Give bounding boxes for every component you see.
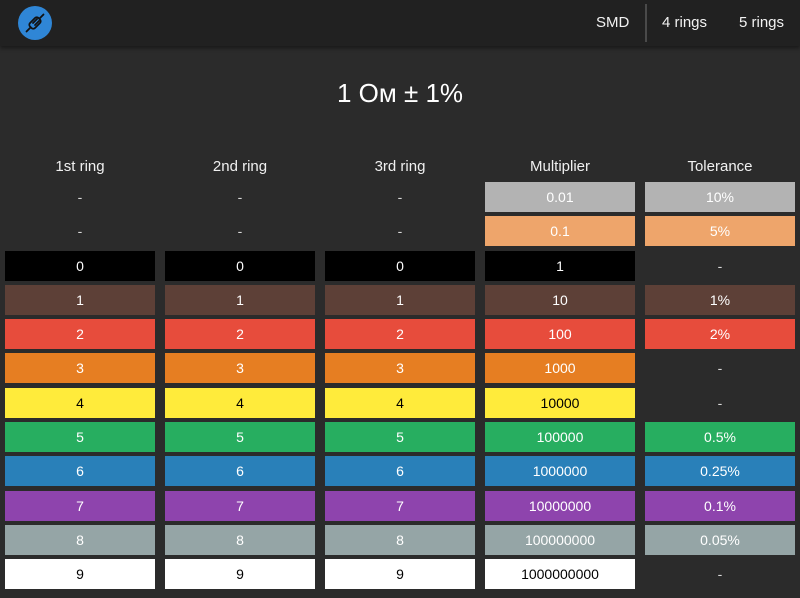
tolerance-empty-cell: - (717, 360, 723, 377)
second-ring-empty-cell: - (237, 189, 243, 205)
tolerance-gold-cell[interactable]: 5% (645, 216, 795, 247)
third-ring-violet-cell[interactable]: 7 (325, 490, 475, 521)
third-ring-grey-cell[interactable]: 8 (325, 524, 475, 555)
tolerance-empty-cell: - (717, 566, 723, 583)
third-ring-orange-cell[interactable]: 3 (325, 353, 475, 384)
second-ring-brown-cell[interactable]: 1 (165, 284, 315, 315)
multiplier-violet-cell[interactable]: 10000000 (485, 490, 635, 521)
multiplier-silver-cell[interactable]: 0.01 (485, 182, 635, 212)
first-ring-column: 1st ring - - 0 1 2 3 4 5 6 7 8 9 (5, 152, 155, 594)
third-ring-white-cell[interactable]: 9 (325, 559, 475, 590)
first-ring-empty-cell: - (77, 223, 83, 240)
multiplier-header: Multiplier (529, 158, 590, 175)
third-ring-empty-cell: - (397, 189, 403, 205)
tolerance-blue-cell[interactable]: 0.25% (645, 456, 795, 487)
tolerance-silver-cell[interactable]: 10% (645, 182, 795, 212)
second-ring-red-cell[interactable]: 2 (165, 319, 315, 350)
tolerance-brown-cell[interactable]: 1% (645, 284, 795, 315)
third-ring-column: 3rd ring - - 0 1 2 3 4 5 6 7 8 9 (325, 152, 475, 594)
second-ring-blue-cell[interactable]: 6 (165, 456, 315, 487)
second-ring-grey-cell[interactable]: 8 (165, 524, 315, 555)
tolerance-empty-cell: - (717, 394, 723, 411)
menu-5-rings[interactable]: 5 rings (739, 0, 784, 46)
multiplier-orange-cell[interactable]: 1000 (485, 353, 635, 384)
second-ring-black-cell[interactable]: 0 (165, 250, 315, 281)
third-ring-brown-cell[interactable]: 1 (325, 284, 475, 315)
first-ring-green-cell[interactable]: 5 (5, 422, 155, 453)
second-ring-white-cell[interactable]: 9 (165, 559, 315, 590)
multiplier-white-cell[interactable]: 1000000000 (485, 559, 635, 590)
third-ring-blue-cell[interactable]: 6 (325, 456, 475, 487)
multiplier-green-cell[interactable]: 100000 (485, 422, 635, 453)
third-ring-yellow-cell[interactable]: 4 (325, 387, 475, 418)
third-ring-header: 3rd ring (374, 158, 426, 175)
tolerance-green-cell[interactable]: 0.5% (645, 422, 795, 453)
tolerance-grey-cell[interactable]: 0.05% (645, 524, 795, 555)
multiplier-yellow-cell[interactable]: 10000 (485, 387, 635, 418)
multiplier-red-cell[interactable]: 100 (485, 319, 635, 350)
tolerance-red-cell[interactable]: 2% (645, 319, 795, 350)
tolerance-column: Tolerance 10% 5% - 1% 2% - - 0.5% 0.25% 0.1% 0.05% - (645, 152, 795, 594)
menu-4-rings[interactable]: 4 rings (662, 0, 707, 46)
second-ring-yellow-cell[interactable]: 4 (165, 387, 315, 418)
third-ring-black-cell[interactable]: 0 (325, 250, 475, 281)
second-ring-violet-cell[interactable]: 7 (165, 490, 315, 521)
multiplier-brown-cell[interactable]: 10 (485, 284, 635, 315)
first-ring-yellow-cell[interactable]: 4 (5, 387, 155, 418)
first-ring-grey-cell[interactable]: 8 (5, 524, 155, 555)
menu-divider (645, 4, 647, 42)
top-app-bar: SMD 4 rings 5 rings (0, 0, 800, 46)
resistor-link-icon[interactable] (18, 6, 52, 40)
first-ring-blue-cell[interactable]: 6 (5, 456, 155, 487)
third-ring-red-cell[interactable]: 2 (325, 319, 475, 350)
multiplier-black-cell[interactable]: 1 (485, 250, 635, 281)
third-ring-empty-cell: - (397, 223, 403, 240)
first-ring-empty-cell: - (77, 189, 83, 205)
multiplier-gold-cell[interactable]: 0.1 (485, 216, 635, 247)
resistance-result: 1 Ом ± 1% (336, 78, 464, 108)
first-ring-brown-cell[interactable]: 1 (5, 284, 155, 315)
first-ring-violet-cell[interactable]: 7 (5, 490, 155, 521)
multiplier-blue-cell[interactable]: 1000000 (485, 456, 635, 487)
menu-smd[interactable]: SMD (596, 0, 629, 46)
second-ring-column: 2nd ring - - 0 1 2 3 4 5 6 7 8 9 (165, 152, 315, 594)
multiplier-column: Multiplier 0.01 0.1 1 10 100 1000 10000 100000 10… (485, 152, 635, 594)
second-ring-green-cell[interactable]: 5 (165, 422, 315, 453)
second-ring-header: 2nd ring (212, 158, 268, 175)
first-ring-red-cell[interactable]: 2 (5, 319, 155, 350)
first-ring-black-cell[interactable]: 0 (5, 250, 155, 281)
tolerance-header: Tolerance (687, 158, 753, 175)
tolerance-empty-cell: - (717, 257, 723, 274)
second-ring-empty-cell: - (237, 223, 243, 240)
first-ring-white-cell[interactable]: 9 (5, 559, 155, 590)
second-ring-orange-cell[interactable]: 3 (165, 353, 315, 384)
first-ring-orange-cell[interactable]: 3 (5, 353, 155, 384)
first-ring-header: 1st ring (55, 158, 105, 175)
tolerance-violet-cell[interactable]: 0.1% (645, 490, 795, 521)
multiplier-grey-cell[interactable]: 100000000 (485, 524, 635, 555)
third-ring-green-cell[interactable]: 5 (325, 422, 475, 453)
